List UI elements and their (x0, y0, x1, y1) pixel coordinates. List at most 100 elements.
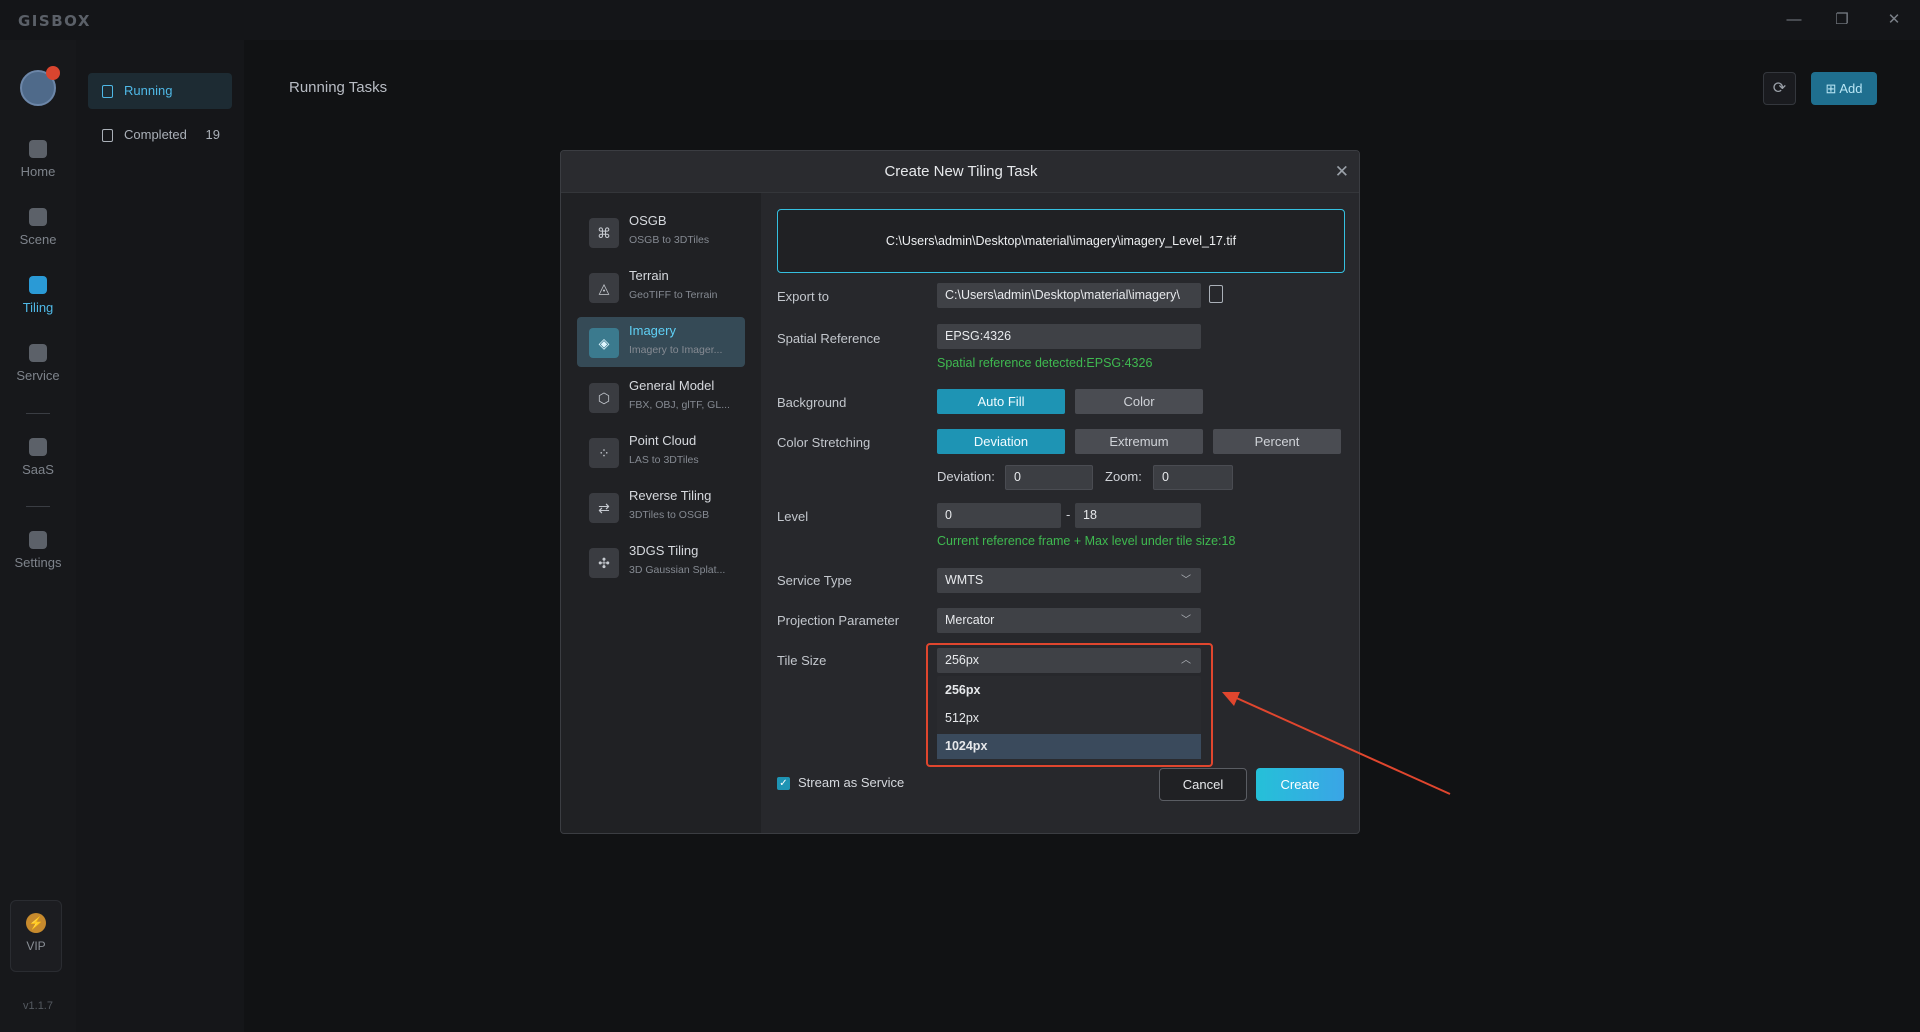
spatial-label: Spatial Reference (777, 331, 881, 346)
type-imagery[interactable]: ◈ Imagery Imagery to Imager... (577, 317, 745, 367)
app-logo: GISBOX (18, 12, 91, 30)
annotation-highlight-box (926, 643, 1213, 767)
nav-completed[interactable]: Completed 19 (88, 117, 232, 153)
type-name: Imagery (629, 323, 676, 338)
nav-running[interactable]: Running (88, 73, 232, 109)
rail-item-tiling[interactable]: Tiling (0, 276, 76, 315)
imagery-icon: ◈ (589, 328, 619, 358)
title-bar: GISBOX — ❐ ✕ (0, 0, 1920, 40)
gear-icon (29, 531, 47, 549)
type-desc: 3DTiles to OSGB (629, 509, 710, 521)
type-reverse-tiling[interactable]: ⇄ Reverse Tiling 3DTiles to OSGB (577, 482, 745, 532)
source-file-dropzone[interactable]: C:\Users\admin\Desktop\material\imagery\… (777, 209, 1345, 273)
deviation-input[interactable]: 0 (1005, 465, 1093, 490)
type-desc: GeoTIFF to Terrain (629, 289, 718, 301)
service-type-select[interactable]: WMTS ﹀ (937, 568, 1201, 593)
document-icon (102, 85, 113, 98)
type-name: 3DGS Tiling (629, 543, 699, 558)
background-color-button[interactable]: Color (1075, 389, 1203, 414)
create-tiling-dialog: Create New Tiling Task ✕ ⌘ OSGB OSGB to … (560, 150, 1360, 834)
vip-button[interactable]: ⚡ VIP (10, 900, 62, 972)
stretch-extremum-button[interactable]: Extremum (1075, 429, 1203, 454)
chevron-down-icon: ﹀ (1181, 575, 1191, 586)
terrain-icon: ◬ (589, 273, 619, 303)
tiling-icon (29, 276, 47, 294)
type-desc: Imagery to Imager... (629, 344, 723, 356)
task-nav: Running Completed 19 (76, 40, 244, 1032)
rail-item-settings[interactable]: Settings (0, 531, 76, 570)
rail-item-home[interactable]: Home (0, 140, 76, 179)
refresh-icon: ⟳ (1772, 80, 1787, 97)
gaussian-icon: ✣ (589, 548, 619, 578)
background-label: Background (777, 395, 847, 410)
notification-badge (46, 66, 60, 80)
nav-running-label: Running (124, 83, 173, 98)
stretch-percent-button[interactable]: Percent (1213, 429, 1341, 454)
level-min-input[interactable]: 0 (937, 503, 1061, 528)
rail-label: SaaS (22, 462, 54, 477)
rail-item-saas[interactable]: SaaS (0, 438, 76, 477)
cube-icon: ⬡ (589, 383, 619, 413)
stream-label: Stream as Service (798, 775, 905, 790)
type-desc: FBX, OBJ, glTF, GL... (629, 399, 730, 411)
rail-divider (26, 506, 50, 507)
lock-icon (29, 438, 47, 456)
zoom-input[interactable]: 0 (1153, 465, 1233, 490)
rail-divider (26, 413, 50, 414)
background-autofill-button[interactable]: Auto Fill (937, 389, 1065, 414)
version-label: v1.1.7 (23, 1000, 53, 1012)
projection-label: Projection Parameter (777, 613, 900, 628)
home-icon (29, 140, 47, 158)
tiling-type-list: ⌘ OSGB OSGB to 3DTiles ◬ Terrain GeoTIFF… (561, 193, 761, 833)
vip-label: VIP (26, 939, 46, 953)
type-general-model[interactable]: ⬡ General Model FBX, OBJ, glTF, GL... (577, 372, 745, 422)
service-type-label: Service Type (777, 573, 852, 588)
type-name: Reverse Tiling (629, 488, 712, 503)
service-icon (29, 344, 47, 362)
main-rail: Home Scene Tiling Service SaaS Settings … (0, 40, 76, 1032)
scene-icon (29, 208, 47, 226)
type-terrain[interactable]: ◬ Terrain GeoTIFF to Terrain (577, 262, 745, 312)
type-desc: OSGB to 3DTiles (629, 234, 710, 246)
level-max-input[interactable]: 18 (1075, 503, 1201, 528)
type-name: General Model (629, 378, 715, 393)
stretch-deviation-button[interactable]: Deviation (937, 429, 1065, 454)
rail-label: Service (16, 368, 60, 383)
page-title: Running Tasks (289, 79, 388, 96)
create-button[interactable]: Create (1256, 768, 1344, 801)
tile-size-label: Tile Size (777, 653, 827, 668)
restore-button[interactable]: ❐ (1828, 8, 1856, 32)
avatar[interactable] (20, 66, 60, 106)
folder-icon[interactable] (1209, 285, 1223, 303)
type-3dgs-tiling[interactable]: ✣ 3DGS Tiling 3D Gaussian Splat... (577, 537, 745, 587)
chevron-down-icon: ﹀ (1181, 615, 1191, 626)
type-desc: 3D Gaussian Splat... (629, 564, 726, 576)
dialog-header: Create New Tiling Task ✕ (561, 151, 1359, 193)
document-check-icon (102, 129, 113, 142)
level-info-msg: Current reference frame + Max level unde… (937, 534, 1236, 548)
close-icon[interactable]: ✕ (1335, 151, 1349, 193)
close-window-button[interactable]: ✕ (1880, 8, 1908, 32)
spatial-reference-input[interactable]: EPSG:4326 (937, 324, 1201, 349)
deviation-label: Deviation: (937, 469, 995, 484)
projection-select[interactable]: Mercator ﹀ (937, 608, 1201, 633)
type-point-cloud[interactable]: ⁘ Point Cloud LAS to 3DTiles (577, 427, 745, 477)
rail-label: Settings (14, 555, 62, 570)
spatial-detected-msg: Spatial reference detected:EPSG:4326 (937, 356, 1153, 370)
osgb-icon: ⌘ (589, 218, 619, 248)
add-label: Add (1839, 81, 1863, 96)
refresh-button[interactable]: ⟳ (1763, 72, 1796, 105)
reverse-icon: ⇄ (589, 493, 619, 523)
export-path-input[interactable]: C:\Users\admin\Desktop\material\imagery\ (937, 283, 1201, 308)
zoom-label: Zoom: (1105, 469, 1142, 484)
add-button[interactable]: ⊞ Add (1811, 72, 1877, 105)
type-osgb[interactable]: ⌘ OSGB OSGB to 3DTiles (577, 207, 745, 257)
level-label: Level (777, 509, 809, 524)
stream-checkbox[interactable]: ✓ (777, 777, 790, 790)
type-name: Point Cloud (629, 433, 697, 448)
minimize-button[interactable]: — (1780, 8, 1808, 32)
rail-item-scene[interactable]: Scene (0, 208, 76, 247)
level-dash: - (1066, 507, 1071, 522)
rail-item-service[interactable]: Service (0, 344, 76, 383)
cancel-button[interactable]: Cancel (1159, 768, 1247, 801)
